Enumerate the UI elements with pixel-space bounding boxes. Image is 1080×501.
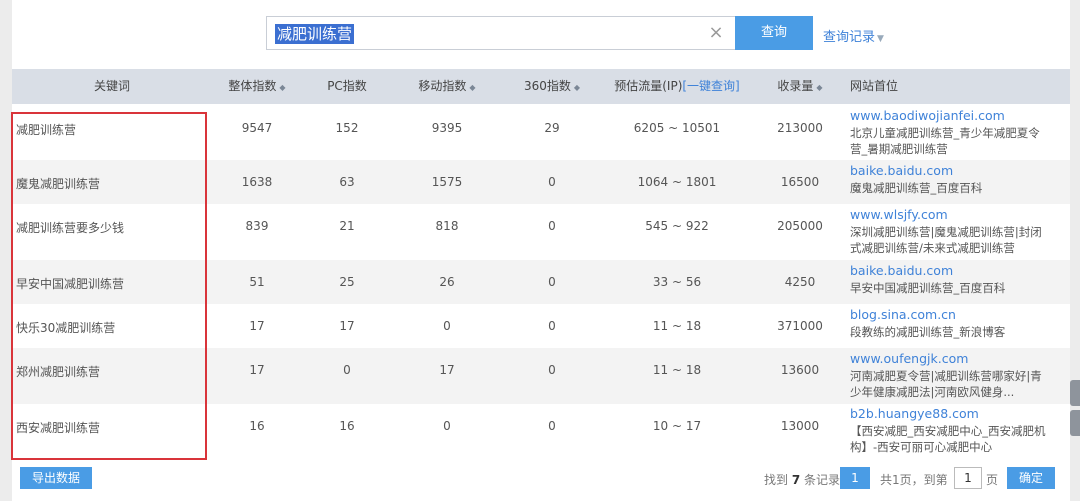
site-url-link[interactable]: blog.sina.com.cn [850, 307, 956, 322]
indexed-cell: 205000 [777, 219, 823, 233]
mobile-cell: 26 [439, 275, 455, 289]
header-pc-index: PC指数 [327, 79, 367, 93]
site-title-text: 【西安减肥_西安减肥中心_西安减肥机构】-西安可丽可心减肥中心 [850, 424, 1046, 454]
site-url-link[interactable]: baike.baidu.com [850, 163, 953, 178]
i360-cell: 0 [548, 319, 556, 333]
header-traffic: 预估流量(IP)[一键查询] [614, 79, 740, 93]
traffic-cell: 11 ~ 18 [652, 363, 702, 377]
site-title-text: 段教练的减肥训练营_新浪博客 [850, 325, 1006, 339]
i360-cell: 0 [548, 175, 556, 189]
traffic-cell: 545 ~ 922 [645, 219, 709, 233]
chevron-down-icon: ▼ [877, 34, 884, 44]
page-suffix: 页 [986, 473, 999, 487]
i360-cell: 29 [544, 121, 560, 135]
indexed-cell: 16500 [780, 175, 820, 189]
mobile-cell: 9395 [431, 121, 463, 135]
site-url-link[interactable]: b2b.huangye88.com [850, 406, 979, 421]
pc-cell: 63 [339, 175, 355, 189]
overall-cell: 1638 [241, 175, 273, 189]
site-title-text: 河南减肥夏令营|减肥训练营哪家好|青少年健康减肥法|河南欧风健身... [850, 369, 1042, 399]
search-query-text: 减肥训练营 [275, 24, 355, 44]
goto-page-input[interactable]: 1 [954, 467, 982, 489]
overall-cell: 839 [245, 219, 269, 233]
mobile-cell: 0 [443, 419, 451, 433]
header-site-top: 网站首位 [850, 79, 899, 93]
indexed-cell: 371000 [777, 319, 823, 333]
i360-cell: 0 [548, 363, 556, 377]
mobile-cell: 0 [443, 319, 451, 333]
i360-cell: 0 [548, 275, 556, 289]
confirm-button[interactable]: 确定 [1007, 467, 1055, 489]
site-title-text: 早安中国减肥训练营_百度百科 [850, 281, 1006, 295]
site-title-text: 深圳减肥训练营|魔鬼减肥训练营|封闭式减肥训练营/未来式减肥训练营 [850, 225, 1042, 255]
site-url-link[interactable]: baike.baidu.com [850, 263, 953, 278]
pc-cell: 17 [339, 319, 355, 333]
overall-cell: 16 [249, 419, 265, 433]
record-count-value: 7 [791, 473, 801, 487]
traffic-cell: 1064 ~ 1801 [637, 175, 717, 189]
search-button[interactable]: 查询 [735, 16, 813, 50]
indexed-cell: 213000 [777, 121, 823, 135]
site-url-link[interactable]: www.wlsjfy.com [850, 207, 948, 222]
sort-icon: ◆ [469, 83, 476, 92]
indexed-cell: 13000 [780, 419, 820, 433]
side-float-tab[interactable] [1070, 380, 1080, 406]
header-keyword: 关键词 [93, 79, 130, 93]
mobile-cell: 1575 [431, 175, 463, 189]
query-history-dropdown[interactable]: 查询记录 ▼ [823, 26, 884, 45]
total-pages-text: 共1页，到第 [880, 473, 948, 487]
page-button-current[interactable]: 1 [840, 467, 870, 489]
pc-cell: 21 [339, 219, 355, 233]
i360-cell: 0 [548, 419, 556, 433]
site-url-link[interactable]: www.baodiwojianfei.com [850, 108, 1005, 123]
traffic-cell: 6205 ~ 10501 [633, 121, 721, 135]
header-mobile-index[interactable]: 移动指数 ◆ [392, 69, 502, 104]
mobile-cell: 818 [435, 219, 459, 233]
sort-icon: ◆ [279, 83, 286, 92]
query-history-label: 查询记录 [823, 30, 876, 45]
one-click-query-link[interactable]: [一键查询] [682, 79, 739, 93]
clear-icon[interactable]: × [707, 23, 725, 43]
i360-cell: 0 [548, 219, 556, 233]
pc-cell: 152 [335, 121, 359, 135]
export-data-button[interactable]: 导出数据 [20, 467, 92, 489]
overall-cell: 51 [249, 275, 265, 289]
indexed-cell: 13600 [780, 363, 820, 377]
traffic-cell: 11 ~ 18 [652, 319, 702, 333]
overall-cell: 17 [249, 363, 265, 377]
mobile-cell: 17 [439, 363, 455, 377]
traffic-cell: 10 ~ 17 [652, 419, 702, 433]
pc-cell: 0 [343, 363, 351, 377]
header-indexed[interactable]: 收录量 ◆ [752, 69, 848, 104]
pc-cell: 16 [339, 419, 355, 433]
overall-cell: 17 [249, 319, 265, 333]
sort-icon: ◆ [816, 83, 823, 92]
site-title-text: 魔鬼减肥训练营_百度百科 [850, 181, 983, 195]
header-360-index[interactable]: 360指数 ◆ [502, 69, 602, 104]
overall-cell: 9547 [241, 121, 273, 135]
site-title-text: 北京儿童减肥训练营_青少年减肥夏令营_暑期减肥训练营 [850, 126, 1040, 156]
pc-cell: 25 [339, 275, 355, 289]
indexed-cell: 4250 [784, 275, 816, 289]
site-url-link[interactable]: www.oufengjk.com [850, 351, 968, 366]
table-header: 关键词 整体指数 ◆ PC指数 移动指数 ◆ 360指数 ◆ 预估流量(IP)[一键查… [12, 69, 1070, 104]
record-count: 找到 7 条记录 [764, 473, 841, 487]
header-overall-index[interactable]: 整体指数 ◆ [212, 69, 302, 104]
traffic-cell: 33 ~ 56 [652, 275, 702, 289]
highlight-box [11, 112, 207, 460]
search-input[interactable]: 减肥训练营 × [266, 16, 736, 50]
side-float-tab[interactable] [1070, 410, 1080, 436]
sort-icon: ◆ [573, 83, 581, 92]
